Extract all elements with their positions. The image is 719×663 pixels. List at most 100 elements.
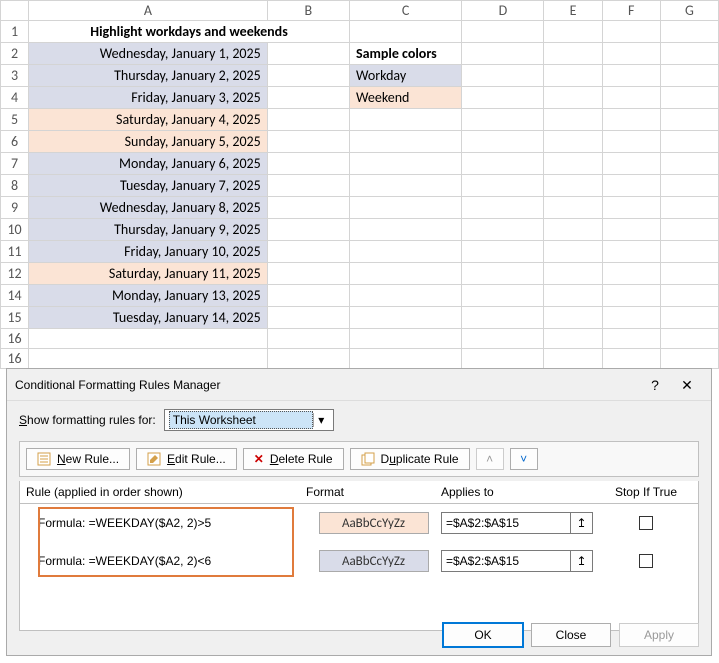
- stop-if-true-checkbox[interactable]: [639, 554, 653, 568]
- cell[interactable]: [349, 131, 461, 153]
- apply-button[interactable]: Apply: [619, 623, 699, 647]
- stop-if-true-checkbox[interactable]: [639, 516, 653, 530]
- applies-to-input[interactable]: =$A$2:$A$15: [441, 512, 571, 534]
- cell[interactable]: [462, 307, 544, 329]
- cell[interactable]: [267, 87, 349, 109]
- edit-rule-button[interactable]: Edit Rule...: [136, 448, 237, 470]
- cell[interactable]: [349, 21, 461, 43]
- cell[interactable]: [462, 87, 544, 109]
- cell[interactable]: [267, 131, 349, 153]
- cell[interactable]: [660, 175, 718, 197]
- applies-to-input[interactable]: =$A$2:$A$15: [441, 550, 571, 572]
- cell[interactable]: [544, 307, 602, 329]
- cell[interactable]: [544, 109, 602, 131]
- cell[interactable]: [602, 21, 660, 43]
- cell[interactable]: [660, 219, 718, 241]
- cell[interactable]: [602, 109, 660, 131]
- title-cell[interactable]: Highlight workdays and weekends: [29, 21, 350, 43]
- row-header-3[interactable]: 3: [1, 65, 29, 87]
- date-cell[interactable]: Tuesday, January 14, 2025: [29, 307, 268, 329]
- help-button[interactable]: ?: [639, 373, 671, 397]
- cell[interactable]: [602, 175, 660, 197]
- date-cell[interactable]: Thursday, January 9, 2025: [29, 219, 268, 241]
- cell[interactable]: [544, 175, 602, 197]
- cell[interactable]: [349, 153, 461, 175]
- cell[interactable]: [462, 153, 544, 175]
- move-up-button[interactable]: ˄: [476, 448, 504, 470]
- sample-header[interactable]: Sample colors: [349, 43, 461, 65]
- col-header-B[interactable]: B: [267, 1, 349, 21]
- cell[interactable]: [267, 153, 349, 175]
- cell[interactable]: [462, 175, 544, 197]
- rule-row[interactable]: Formula: =WEEKDAY($A2, 2)<6 AaBbCcYyZz =…: [20, 542, 698, 580]
- cell[interactable]: [349, 219, 461, 241]
- cell[interactable]: [602, 197, 660, 219]
- close-button[interactable]: Close: [531, 623, 611, 647]
- delete-rule-button[interactable]: ✕ Delete Rule: [243, 448, 344, 470]
- cell[interactable]: [602, 241, 660, 263]
- cell[interactable]: [267, 197, 349, 219]
- cell[interactable]: [462, 21, 544, 43]
- row-header-12[interactable]: 12: [1, 263, 29, 285]
- cell[interactable]: [267, 241, 349, 263]
- cell[interactable]: [544, 263, 602, 285]
- cell[interactable]: [267, 329, 349, 349]
- row-header-14[interactable]: 14: [1, 285, 29, 307]
- row-header-1[interactable]: 1: [1, 21, 29, 43]
- row-header-4[interactable]: 4: [1, 87, 29, 109]
- cell[interactable]: [660, 43, 718, 65]
- date-cell[interactable]: Saturday, January 11, 2025: [29, 263, 268, 285]
- cell[interactable]: [602, 349, 660, 369]
- date-cell[interactable]: Wednesday, January 1, 2025: [29, 43, 268, 65]
- cell[interactable]: [660, 263, 718, 285]
- cell[interactable]: [544, 349, 602, 369]
- sample-workday[interactable]: Workday: [349, 65, 461, 87]
- cell[interactable]: [462, 65, 544, 87]
- row-header-10[interactable]: 10: [1, 219, 29, 241]
- cell[interactable]: [602, 65, 660, 87]
- cell[interactable]: [544, 65, 602, 87]
- cell[interactable]: [462, 285, 544, 307]
- cell[interactable]: [660, 285, 718, 307]
- cell[interactable]: [660, 307, 718, 329]
- cell[interactable]: [544, 87, 602, 109]
- col-header-A[interactable]: A: [29, 1, 268, 21]
- cell[interactable]: [267, 175, 349, 197]
- new-rule-button[interactable]: New Rule...: [26, 448, 130, 470]
- cell[interactable]: [462, 131, 544, 153]
- date-cell[interactable]: Friday, January 3, 2025: [29, 87, 268, 109]
- cell[interactable]: [462, 349, 544, 369]
- cell[interactable]: [349, 329, 461, 349]
- cell[interactable]: [544, 285, 602, 307]
- cell[interactable]: [462, 109, 544, 131]
- col-header-C[interactable]: C: [349, 1, 461, 21]
- cell[interactable]: [29, 349, 268, 369]
- row-header-8[interactable]: 8: [1, 175, 29, 197]
- move-down-button[interactable]: ˅: [510, 448, 538, 470]
- cell[interactable]: [544, 43, 602, 65]
- row-header-2[interactable]: 2: [1, 43, 29, 65]
- date-cell[interactable]: Saturday, January 4, 2025: [29, 109, 268, 131]
- cell[interactable]: [660, 65, 718, 87]
- cell[interactable]: [602, 263, 660, 285]
- date-cell[interactable]: Tuesday, January 7, 2025: [29, 175, 268, 197]
- cell[interactable]: [349, 241, 461, 263]
- row-header-6[interactable]: 6: [1, 131, 29, 153]
- cell[interactable]: [267, 285, 349, 307]
- cell[interactable]: [29, 329, 268, 349]
- date-cell[interactable]: Monday, January 13, 2025: [29, 285, 268, 307]
- col-header-E[interactable]: E: [544, 1, 602, 21]
- cell[interactable]: [544, 131, 602, 153]
- duplicate-rule-button[interactable]: Duplicate Rule: [350, 448, 470, 470]
- cell[interactable]: [660, 241, 718, 263]
- sample-weekend[interactable]: Weekend: [349, 87, 461, 109]
- cell[interactable]: [349, 349, 461, 369]
- cell[interactable]: [267, 43, 349, 65]
- cell[interactable]: [544, 329, 602, 349]
- rules-scope-dropdown[interactable]: This Worksheet ▾: [164, 409, 334, 431]
- row-header-16b[interactable]: 16: [1, 349, 29, 369]
- cell[interactable]: [267, 219, 349, 241]
- cell[interactable]: [660, 197, 718, 219]
- cell[interactable]: [602, 329, 660, 349]
- cell[interactable]: [544, 21, 602, 43]
